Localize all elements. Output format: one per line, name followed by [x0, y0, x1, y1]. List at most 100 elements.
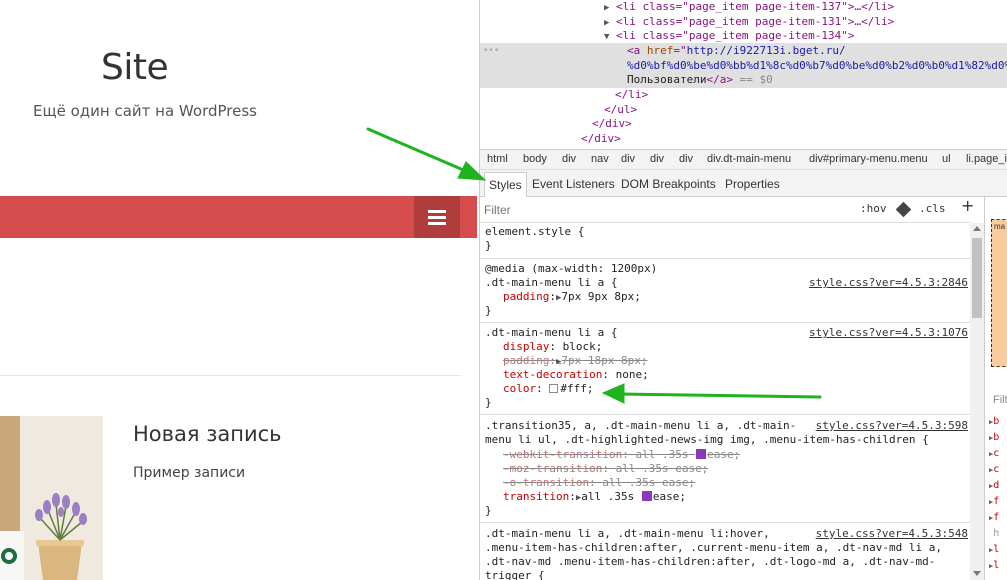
declaration-moz-transition[interactable]: -moz-transition: all .35s ease; — [503, 462, 708, 476]
rule-selector[interactable]: .dt-main-menu li a { — [485, 326, 617, 340]
declaration-o-transition[interactable]: -o-transition: all .35s ease; — [503, 476, 695, 490]
rule-selector[interactable]: .dt-main-menu li a, .dt-main-menu li:hov… — [485, 527, 770, 541]
breadcrumb-div[interactable]: div — [562, 153, 576, 165]
style-rule-media: @media (max-width: 1200px) .dt-main-menu… — [480, 259, 970, 323]
box-model-diagram[interactable] — [991, 219, 1007, 367]
computed-property[interactable]: ▶f — [989, 512, 999, 523]
property-value[interactable]: #fff; — [560, 382, 593, 395]
paint-brush-icon[interactable] — [895, 201, 912, 218]
tab-event-listeners[interactable]: Event Listeners — [532, 177, 615, 191]
post-title[interactable]: Новая запись — [133, 422, 282, 446]
new-style-rule-button[interactable]: + — [961, 198, 974, 214]
easing-curve-icon[interactable] — [641, 491, 652, 501]
computed-property[interactable]: ▶c — [989, 464, 999, 475]
rule-source-link[interactable]: style.css?ver=4.5.3:2846 — [809, 276, 968, 290]
property-name[interactable]: -o-transition — [503, 476, 589, 489]
property-value[interactable]: all .35s — [635, 448, 688, 461]
property-value[interactable]: none; — [616, 368, 649, 381]
computed-property[interactable]: ▶b — [989, 416, 999, 427]
computed-property[interactable]: ▶f — [989, 496, 999, 507]
style-rule-main-menu: .dt-main-menu li a { style.css?ver=4.5.3… — [480, 323, 970, 415]
property-name[interactable]: padding — [503, 354, 549, 367]
rule-selector[interactable]: .transition35, a, .dt-main-menu li a, .d… — [485, 419, 796, 433]
property-value[interactable]: 7px 18px 8px; — [561, 354, 647, 367]
property-name[interactable]: transition — [503, 490, 569, 503]
scroll-up-arrow-icon[interactable] — [973, 226, 981, 231]
computed-filter-input[interactable]: Filte — [993, 394, 1007, 406]
tab-styles[interactable]: Styles — [484, 172, 527, 197]
collapse-triangle-icon[interactable]: ▼ — [604, 32, 609, 42]
dom-node-li-131[interactable]: ▶ <li class="page_item page-item-131">…<… — [604, 15, 894, 31]
property-value[interactable]: all .35s — [581, 490, 634, 503]
property-value[interactable]: all .35s ease; — [616, 462, 709, 475]
declaration-text-decoration[interactable]: text-decoration: none; — [503, 368, 649, 382]
anchor-text: Пользователи — [627, 73, 707, 86]
property-value[interactable]: ease; — [707, 448, 740, 461]
breadcrumb-primary-menu[interactable]: div#primary-menu.menu — [809, 153, 928, 165]
rule-selector[interactable]: element.style { — [485, 225, 584, 239]
rule-selector[interactable]: .dt-main-menu li a { — [485, 276, 617, 290]
tab-dom-breakpoints[interactable]: DOM Breakpoints — [621, 177, 716, 191]
breadcrumb-li[interactable]: li.page_it — [966, 153, 1007, 165]
breadcrumb-ul[interactable]: ul — [942, 153, 951, 165]
computed-property[interactable]: ▶c — [989, 448, 999, 459]
expand-triangle-icon[interactable]: ▶ — [604, 18, 609, 28]
rule-selector-cont[interactable]: .dt-nav-md .menu-item-has-children:after… — [485, 555, 935, 569]
property-name[interactable]: display — [503, 340, 549, 353]
rule-source-link[interactable]: style.css?ver=4.5.3:548 — [816, 527, 968, 541]
anchor-href-part1[interactable]: http://i922713i.bget.ru/ — [687, 44, 846, 57]
dom-node-li-137[interactable]: ▶ <li class="page_item page-item-137">…<… — [604, 0, 894, 16]
declaration-color[interactable]: color: #fff; — [503, 382, 594, 396]
expand-triangle-icon[interactable]: ▶ — [604, 3, 609, 13]
property-name[interactable]: text-decoration — [503, 368, 602, 381]
color-swatch[interactable] — [549, 384, 559, 393]
declaration-transition[interactable]: transition:▶all .35s ease; — [503, 490, 686, 505]
breadcrumb-div[interactable]: div — [621, 153, 635, 165]
property-name[interactable]: -moz-transition — [503, 462, 602, 475]
site-title[interactable]: Site — [101, 47, 169, 88]
declaration-display[interactable]: display: block; — [503, 340, 602, 354]
breadcrumb-div[interactable]: div — [679, 153, 693, 165]
declaration-padding[interactable]: padding:▶7px 9px 8px; — [503, 290, 641, 305]
hover-state-toggle[interactable]: :hov — [860, 202, 887, 216]
computed-property[interactable]: ▶l — [989, 544, 999, 555]
style-rule-element: element.style { } — [480, 223, 970, 259]
rule-source-link[interactable]: style.css?ver=4.5.3:598 — [816, 419, 968, 433]
property-value[interactable]: 7px 9px 8px; — [561, 290, 640, 303]
rule-selector-cont[interactable]: trigger { — [485, 569, 545, 580]
property-name[interactable]: padding — [503, 290, 549, 303]
property-value[interactable]: block; — [563, 340, 603, 353]
easing-curve-icon[interactable] — [696, 449, 707, 459]
computed-property[interactable]: ▶b — [989, 432, 999, 443]
declaration-padding-overridden[interactable]: padding:▶7px 18px 8px; — [503, 354, 648, 369]
computed-property[interactable]: ▶h — [989, 528, 999, 539]
property-value[interactable]: all .35s ease; — [602, 476, 695, 489]
scrollbar-thumb[interactable] — [972, 238, 982, 318]
rule-source-link[interactable]: style.css?ver=4.5.3:1076 — [809, 326, 968, 340]
property-value[interactable]: ease; — [653, 490, 686, 503]
breadcrumb-body[interactable]: body — [523, 153, 547, 165]
computed-property[interactable]: ▶l — [989, 560, 999, 571]
breadcrumb-html[interactable]: html — [487, 153, 508, 165]
rule-selector-cont[interactable]: .menu-item-has-children:after, .current-… — [485, 541, 942, 555]
scroll-down-arrow-icon[interactable] — [973, 571, 981, 576]
node-actions-ellipsis[interactable]: ••• — [483, 44, 499, 59]
rule-selector-cont[interactable]: menu li ul, .dt-highlighted-news-img img… — [485, 433, 929, 447]
post-excerpt: Пример записи — [133, 465, 246, 481]
property-name[interactable]: -webkit-transition — [503, 448, 622, 461]
styles-filter-input[interactable] — [484, 202, 784, 218]
anchor-href-part2[interactable]: %d0%bf%d0%be%d0%bb%d1%8c%d0%b7%d0%be%d0%… — [627, 59, 1007, 72]
computed-property[interactable]: ▶d — [989, 480, 999, 491]
breadcrumb-dt-main-menu[interactable]: div.dt-main-menu — [707, 153, 791, 165]
declaration-webkit-transition[interactable]: -webkit-transition: all .35s ease; — [503, 448, 740, 462]
rule-close: } — [485, 304, 492, 317]
hamburger-menu-button[interactable] — [414, 196, 460, 238]
post-thumbnail[interactable] — [0, 416, 103, 580]
tab-properties[interactable]: Properties — [725, 177, 780, 191]
property-name[interactable]: color — [503, 382, 536, 395]
breadcrumb-div[interactable]: div — [650, 153, 664, 165]
dom-node-anchor[interactable]: <a href="http://i922713i.bget.ru/ — [627, 44, 846, 59]
class-toggle[interactable]: .cls — [919, 202, 946, 216]
breadcrumb-nav[interactable]: nav — [591, 153, 609, 165]
dom-node-li-134[interactable]: ▼ <li class="page_item page-item-134"> — [604, 29, 854, 45]
